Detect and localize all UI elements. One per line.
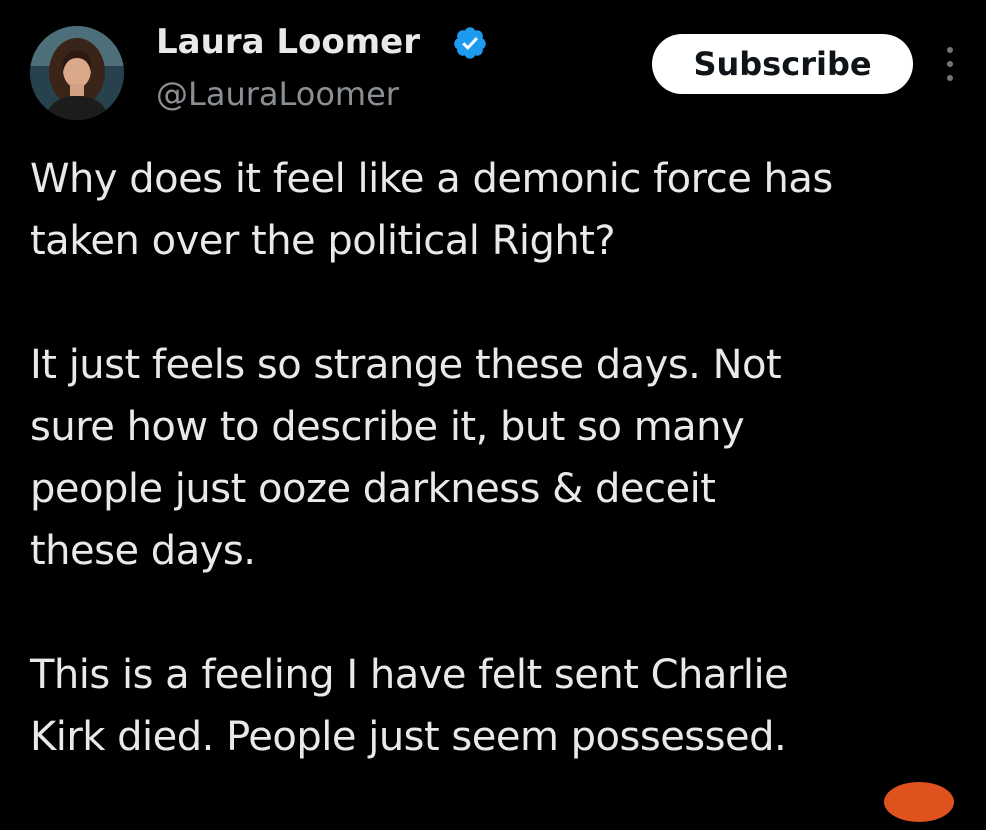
post-line: Kirk died. People just seem possessed. bbox=[30, 714, 787, 760]
post-paragraph: This is a feeling I have felt sent Charl… bbox=[30, 644, 980, 768]
post-text: Why does it feel like a demonic force ha… bbox=[30, 148, 980, 830]
post-line: these days. bbox=[30, 528, 256, 574]
author-name[interactable]: Laura Loomer bbox=[156, 22, 420, 62]
subscribe-button[interactable]: Subscribe bbox=[652, 34, 913, 94]
post-paragraph: It just feels so strange these days. Not… bbox=[30, 334, 980, 582]
author-handle[interactable]: @LauraLoomer bbox=[156, 74, 399, 114]
floating-action-icon[interactable] bbox=[884, 782, 954, 822]
verified-badge-icon bbox=[454, 27, 486, 59]
profile-photo-icon bbox=[30, 26, 124, 120]
more-vertical-icon[interactable] bbox=[940, 44, 960, 84]
post-line: people just ooze darkness & deceit bbox=[30, 466, 716, 512]
post-line: taken over the political Right? bbox=[30, 218, 616, 264]
post-line: This is a feeling I have felt sent Charl… bbox=[30, 652, 789, 698]
post-line: sure how to describe it, but so many bbox=[30, 404, 745, 450]
post-line: Why does it feel like a demonic force ha… bbox=[30, 156, 833, 202]
avatar[interactable] bbox=[30, 26, 124, 120]
post-paragraph: Why does it feel like a demonic force ha… bbox=[30, 148, 980, 272]
post-line: It just feels so strange these days. Not bbox=[30, 342, 782, 388]
post-card: Laura Loomer @LauraLoomer Subscribe Why … bbox=[0, 0, 986, 822]
